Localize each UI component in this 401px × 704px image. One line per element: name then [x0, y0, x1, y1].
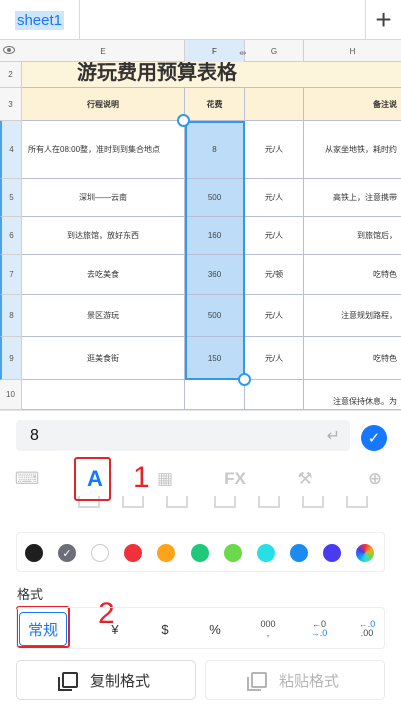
- table-cell-unit[interactable]: 元/人: [245, 337, 304, 380]
- sheet-tab-bar: sheet1 +: [0, 0, 401, 40]
- table-cell-cost[interactable]: 360: [185, 255, 245, 295]
- row-header-5[interactable]: 5: [0, 179, 22, 217]
- sheet-tab[interactable]: sheet1: [0, 0, 80, 40]
- table-cell-desc[interactable]: [22, 380, 185, 410]
- row-header-10[interactable]: 10: [0, 380, 22, 410]
- paste-format-button[interactable]: 粘贴格式: [205, 660, 385, 700]
- column-header-f[interactable]: F: [185, 40, 245, 62]
- cell-input-field[interactable]: 8 ↵: [16, 420, 350, 451]
- color-swatch-indigo[interactable]: [323, 544, 341, 562]
- copy-format-button[interactable]: 复制格式: [16, 660, 196, 700]
- sheet-title[interactable]: 游玩费用预算表格: [22, 62, 401, 88]
- table-cell-desc[interactable]: 去吃美食: [22, 255, 185, 295]
- color-swatch-white[interactable]: [91, 544, 109, 562]
- table-cell-unit[interactable]: 元/顿: [245, 255, 304, 295]
- row-header-9[interactable]: 9: [0, 337, 22, 380]
- add-sheet-icon[interactable]: +: [365, 0, 401, 40]
- annotation-number-1: 1: [133, 461, 150, 494]
- table-cell-cost[interactable]: 500: [185, 179, 245, 217]
- table-cell-unit[interactable]: [245, 380, 304, 410]
- header-cost[interactable]: 花费: [185, 88, 245, 121]
- check-icon: ✓: [367, 430, 381, 447]
- copy-format-label: 复制格式: [89, 672, 150, 690]
- selection-handle-bottom[interactable]: [238, 373, 251, 386]
- format-general-button[interactable]: 常规: [19, 612, 67, 646]
- color-swatch-black[interactable]: [25, 544, 43, 562]
- more-icon[interactable]: ⊕: [360, 464, 390, 494]
- color-swatch-green[interactable]: [191, 544, 209, 562]
- table-cell-cost[interactable]: [185, 380, 245, 410]
- header-unit[interactable]: [245, 88, 304, 121]
- color-picker-icon[interactable]: [356, 544, 374, 562]
- tools-icon[interactable]: ⚒: [290, 464, 320, 494]
- table-cell-desc[interactable]: 逛美食街: [22, 337, 185, 380]
- color-palette: ✓: [16, 532, 385, 572]
- table-cell-unit[interactable]: 元/人: [245, 217, 304, 255]
- table-cell-cost[interactable]: 160: [185, 217, 245, 255]
- column-header-bar: E F G H: [0, 40, 401, 62]
- cell-input-value: 8: [30, 426, 39, 444]
- color-swatch-blue[interactable]: [290, 544, 308, 562]
- column-resize-icon[interactable]: ⇹: [239, 48, 247, 59]
- table-cell-unit[interactable]: 元/人: [245, 295, 304, 337]
- format-dollar-button[interactable]: $: [145, 608, 185, 650]
- row-header-3[interactable]: 3: [0, 88, 22, 121]
- number-format-row: 常规 ¥ $ % 000, ←0 →.0 ←.0.00: [16, 607, 385, 649]
- color-swatch-gray-selected[interactable]: ✓: [58, 544, 76, 562]
- cell-style-icon[interactable]: ▦: [150, 464, 180, 494]
- selection-handle-top[interactable]: [177, 114, 190, 127]
- row-header-7[interactable]: 7: [0, 255, 22, 295]
- table-cell-cost[interactable]: 500: [185, 295, 245, 337]
- table-cell-cost[interactable]: 150: [185, 337, 245, 380]
- table-cell-unit[interactable]: 元/人: [245, 179, 304, 217]
- table-cell-cost[interactable]: 8: [185, 121, 245, 179]
- table-cell-note[interactable]: 从家坐地铁，耗时约: [304, 121, 401, 179]
- paste-format-label: 粘贴格式: [278, 672, 339, 690]
- color-swatch-red[interactable]: [124, 544, 142, 562]
- table-cell-note[interactable]: 吃特色: [304, 255, 401, 295]
- decrease-decimal-bottom-label: .00: [360, 628, 374, 638]
- cell-input-bar: 8 ↵ ✓: [0, 410, 401, 458]
- table-cell-note[interactable]: 到旅馆后，: [304, 217, 401, 255]
- row-header-2[interactable]: 2: [0, 62, 22, 88]
- header-desc[interactable]: 行程说明: [22, 88, 185, 121]
- paste-icon: [246, 672, 267, 691]
- table-cell-desc[interactable]: 所有人在08:00整，准时到到集合地点: [22, 121, 185, 179]
- format-thousands-button[interactable]: 000,: [248, 608, 288, 650]
- color-swatch-cyan[interactable]: [257, 544, 275, 562]
- table-cell-note[interactable]: 高铁上，注意携带: [304, 179, 401, 217]
- annotation-box-1: [74, 457, 111, 501]
- border-options-peek: [0, 492, 401, 518]
- increase-decimal-bottom-label: →.0: [310, 628, 328, 638]
- column-header-e[interactable]: E: [22, 40, 185, 62]
- column-header-h[interactable]: H: [304, 40, 401, 62]
- table-cell-note[interactable]: 注意保持休息。为: [304, 380, 401, 410]
- copy-icon: [57, 672, 78, 691]
- table-cell-note[interactable]: 吃特色: [304, 337, 401, 380]
- table-cell-desc[interactable]: 深圳——云南: [22, 179, 185, 217]
- table-cell-unit[interactable]: 元/人: [245, 121, 304, 179]
- keyboard-icon[interactable]: ⌨: [12, 464, 42, 494]
- table-cell-note[interactable]: 注意规划路程，: [304, 295, 401, 337]
- format-label: 格式: [17, 587, 44, 602]
- confirm-button[interactable]: ✓: [361, 425, 387, 451]
- color-swatch-orange[interactable]: [157, 544, 175, 562]
- eye-icon[interactable]: [3, 46, 15, 54]
- row-header-4[interactable]: 4: [0, 121, 22, 179]
- column-header-g[interactable]: G: [245, 40, 304, 62]
- thousands-bottom-label: ,: [266, 628, 270, 638]
- row-header-8[interactable]: 8: [0, 295, 22, 337]
- format-yen-button[interactable]: ¥: [95, 608, 135, 650]
- sheet-tab-label: sheet1: [14, 10, 65, 30]
- color-swatch-light-green[interactable]: [224, 544, 242, 562]
- table-cell-desc[interactable]: 景区游玩: [22, 295, 185, 337]
- table-cell-desc[interactable]: 到达旅馆，放好东西: [22, 217, 185, 255]
- enter-icon[interactable]: ↵: [327, 426, 340, 446]
- row-header-6[interactable]: 6: [0, 217, 22, 255]
- format-percent-button[interactable]: %: [195, 608, 235, 650]
- header-note[interactable]: 备注说: [304, 88, 401, 121]
- increase-decimal-button[interactable]: ←0 →.0: [299, 608, 339, 650]
- decrease-decimal-button[interactable]: ←.0.00: [347, 608, 387, 650]
- function-button[interactable]: FX: [220, 464, 250, 494]
